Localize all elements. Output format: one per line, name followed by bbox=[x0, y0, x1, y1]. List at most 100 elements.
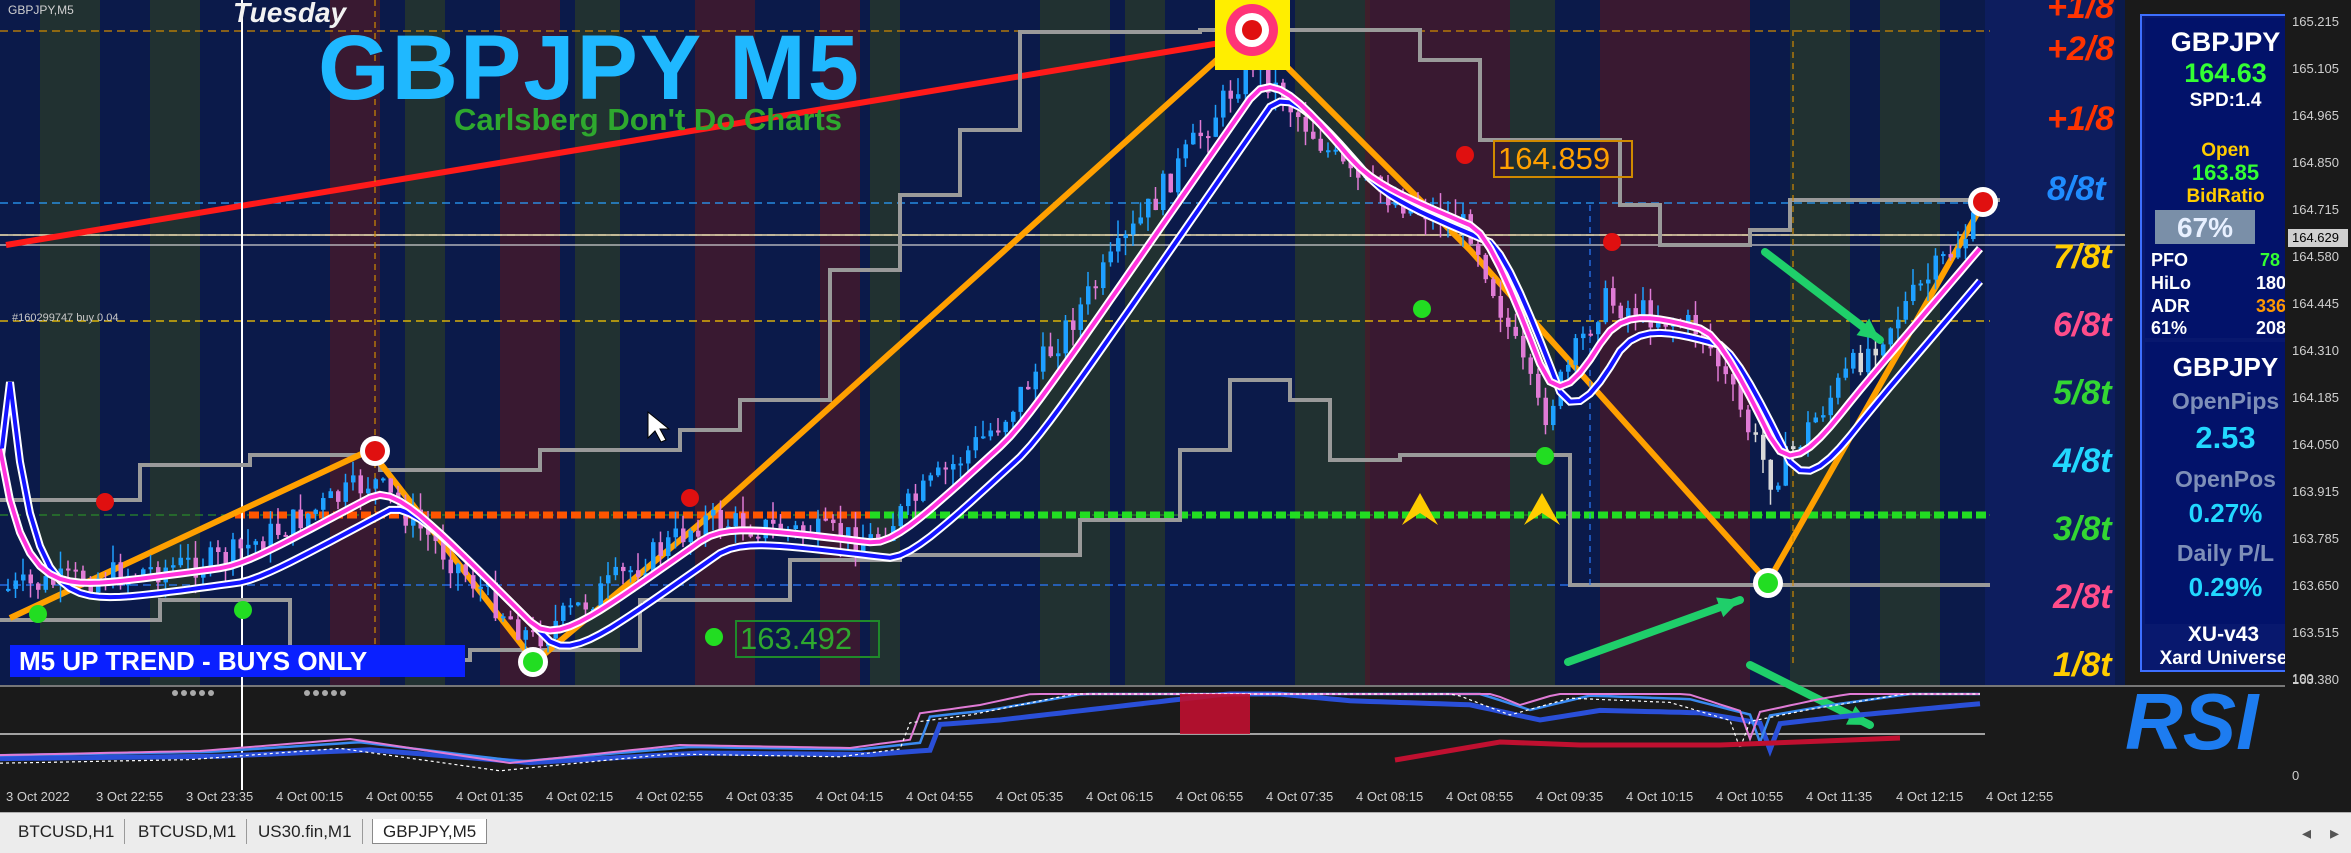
high-level-label: 164.859 bbox=[1498, 141, 1611, 176]
candle-body bbox=[613, 566, 618, 576]
candle-body bbox=[448, 559, 453, 574]
rsi-scale-top: 100 bbox=[2292, 671, 2314, 686]
daily-pl-value: 0.29% bbox=[2188, 572, 2263, 602]
candle-body bbox=[981, 436, 986, 439]
time-tick: 4 Oct 02:55 bbox=[636, 789, 704, 804]
tab-gbpjpy-m5[interactable]: GBPJPY,M5 bbox=[372, 819, 488, 844]
candle-body bbox=[1033, 371, 1038, 390]
candle-body bbox=[958, 463, 963, 466]
tab-us30-m1[interactable]: US30.fin,M1 bbox=[248, 819, 363, 844]
open-pos-value: 0.27% bbox=[2188, 498, 2263, 528]
candle-body bbox=[1198, 132, 1203, 137]
scroll-left-icon[interactable]: ◂ bbox=[2302, 823, 2311, 844]
time-tick: 4 Oct 02:15 bbox=[546, 789, 614, 804]
candle-body bbox=[906, 493, 911, 507]
trend-banner: M5 UP TREND - BUYS ONLY bbox=[10, 645, 465, 677]
candle-body bbox=[516, 619, 521, 640]
candle-body bbox=[1746, 409, 1751, 433]
chart-title: GBPJPY M5 bbox=[318, 17, 861, 119]
panel-open-value: 163.85 bbox=[2191, 160, 2260, 185]
panel-spread: SPD:1.4 bbox=[2189, 90, 2262, 111]
price-tick: 164.185 bbox=[2292, 390, 2339, 405]
signal-dot bbox=[1536, 447, 1554, 465]
candle-body bbox=[313, 509, 318, 514]
tab-btcusd-m1[interactable]: BTCUSD,M1 bbox=[128, 819, 248, 844]
fib-label: +2/8 bbox=[2047, 30, 2115, 68]
candle-body bbox=[756, 536, 761, 539]
candle-body bbox=[1776, 485, 1781, 490]
candle-body bbox=[1971, 212, 1976, 240]
candle-body bbox=[1618, 305, 1623, 319]
candle-body bbox=[1753, 432, 1758, 435]
candle-body bbox=[358, 475, 363, 494]
candle-body bbox=[1551, 405, 1556, 426]
price-chart[interactable] bbox=[0, 0, 2351, 812]
time-tick: 4 Oct 08:55 bbox=[1446, 789, 1514, 804]
candle-body bbox=[1123, 234, 1128, 239]
candle-body bbox=[673, 528, 678, 538]
candle-body bbox=[1881, 344, 1886, 356]
candle-body bbox=[178, 557, 183, 566]
candle-body bbox=[561, 605, 566, 621]
candle-body bbox=[1896, 319, 1901, 329]
signal-dot bbox=[705, 628, 723, 646]
signal-dot bbox=[681, 489, 699, 507]
candle-body bbox=[583, 602, 588, 610]
candle-body bbox=[1011, 411, 1016, 422]
candle-body bbox=[1911, 284, 1916, 302]
candle-body bbox=[1768, 459, 1773, 490]
candle-body bbox=[621, 566, 626, 572]
fib-label: +1/8 bbox=[2047, 100, 2115, 138]
tab-btcusd-h1[interactable]: BTCUSD,H1 bbox=[8, 819, 126, 844]
candle-body bbox=[1933, 255, 1938, 280]
candle-body bbox=[1003, 421, 1008, 433]
scroll-right-icon[interactable]: ▸ bbox=[2330, 823, 2339, 844]
candle-body bbox=[1018, 386, 1023, 412]
candle-body bbox=[381, 478, 386, 481]
candle-body bbox=[606, 575, 611, 584]
rsi-dot bbox=[208, 690, 214, 696]
candle-body bbox=[298, 509, 303, 529]
candle-body bbox=[823, 518, 828, 521]
open-pips-label: OpenPips bbox=[2171, 388, 2280, 414]
candle-body bbox=[696, 530, 701, 537]
price-tick: 164.050 bbox=[2292, 437, 2339, 452]
chart-canvas[interactable] bbox=[0, 0, 2351, 812]
candle-body bbox=[1903, 301, 1908, 320]
current-price-marker: 164.629 bbox=[2288, 229, 2348, 247]
time-tick: 4 Oct 11:35 bbox=[1806, 789, 1873, 804]
fib-label: 2/8t bbox=[2053, 578, 2112, 616]
candle-body bbox=[216, 547, 221, 553]
candle-body bbox=[246, 544, 251, 549]
candle-body bbox=[388, 478, 393, 493]
candle-body bbox=[1941, 254, 1946, 257]
candle-body bbox=[771, 519, 776, 524]
candle-body bbox=[28, 574, 33, 584]
candle-body bbox=[1761, 434, 1766, 460]
open-pips-value: 2.53 bbox=[2195, 420, 2256, 455]
candle-body bbox=[733, 513, 738, 527]
price-tick: 164.850 bbox=[2292, 155, 2339, 170]
candle-body bbox=[1176, 158, 1181, 193]
candle-body bbox=[988, 430, 993, 437]
time-tick: 4 Oct 08:15 bbox=[1356, 789, 1424, 804]
candle-body bbox=[658, 542, 663, 557]
candle-body bbox=[1821, 415, 1826, 418]
stat-value: 180 bbox=[2256, 273, 2287, 293]
time-tick: 4 Oct 07:35 bbox=[1266, 789, 1334, 804]
candle-body bbox=[1648, 300, 1653, 328]
candle-body bbox=[1851, 352, 1856, 369]
candle-body bbox=[576, 602, 581, 606]
time-tick: 4 Oct 04:55 bbox=[906, 789, 974, 804]
candle-body bbox=[1483, 254, 1488, 280]
time-tick: 3 Oct 2022 bbox=[6, 789, 70, 804]
candle-body bbox=[43, 576, 48, 590]
candle-body bbox=[1086, 286, 1091, 305]
time-tick: 4 Oct 01:35 bbox=[456, 789, 524, 804]
bidratio-box: 67% bbox=[2155, 210, 2255, 244]
time-tick: 4 Oct 06:55 bbox=[1176, 789, 1244, 804]
quote-block: GBPJPY 164.63 SPD:1.4 Open 163.85 BidRat… bbox=[2145, 18, 2306, 338]
candle-body bbox=[1543, 397, 1548, 426]
pivot-marker-core bbox=[523, 652, 543, 672]
stat-label: PFO bbox=[2151, 250, 2189, 270]
